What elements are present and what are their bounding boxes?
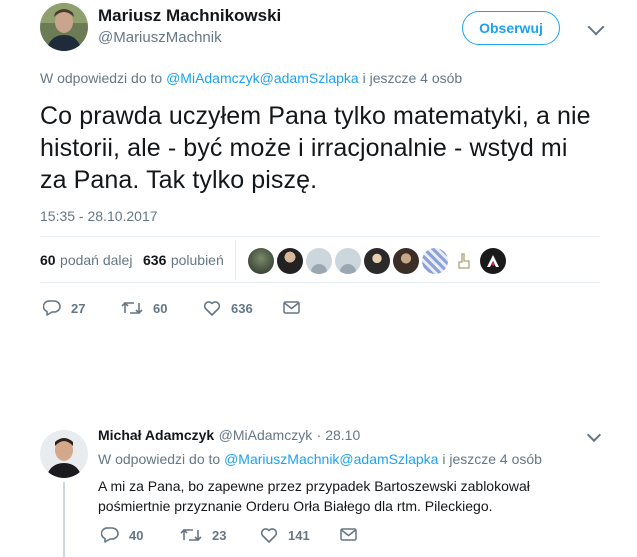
reply-header: Michał Adamczyk @MiAdamczyk · 28.10 [98,427,360,445]
thread-line [63,482,65,557]
reply-icon [43,300,61,316]
like-count: 636 [231,300,253,316]
reply-action[interactable]: 27 [43,300,85,316]
author-name[interactable]: Mariusz Machnikowski [98,6,281,26]
chevron-down-icon[interactable] [586,427,602,443]
reply-context: W odpowiedzi do to @MiAdamczyk@adamSzlap… [40,70,462,86]
like-count: 141 [288,527,310,543]
direct-message-action[interactable] [340,528,367,541]
divider [40,236,600,237]
reply-author-name[interactable]: Michał Adamczyk [98,427,214,443]
reply-prefix: W odpowiedzi do to [40,70,163,86]
reply-count: 27 [71,300,86,316]
liker-avatar[interactable] [480,248,506,274]
chevron-down-icon[interactable] [587,18,605,36]
like-action[interactable]: 636 [203,300,253,316]
reply-suffix[interactable]: i jeszcze 4 osób [442,451,542,467]
liker-avatar[interactable] [364,248,390,274]
stats-separator [235,240,236,280]
reply-context: W odpowiedzi do to @MariuszMachnik@adamS… [98,451,542,467]
tweet-timestamp[interactable]: 15:35 - 28.10.2017 [40,208,158,224]
divider [40,282,600,283]
reply-handles-link[interactable]: @MariuszMachnik@adamSzlapka [224,451,438,467]
reply-author-handle[interactable]: @MiAdamczyk [219,427,313,443]
retweet-count: 23 [212,527,227,543]
reply-text: A mi za Pana, bo zapewne przez przypadek… [98,478,530,514]
liker-avatar[interactable] [335,248,361,274]
likers-row [248,248,506,274]
likes-count: 636 [143,252,167,268]
liker-avatar[interactable] [248,248,274,274]
retweet-count: 60 [153,300,168,316]
follow-button[interactable]: Obserwuj [462,11,560,45]
retweet-action[interactable]: 60 [121,300,167,316]
liker-avatar[interactable] [306,248,332,274]
tweet-text: Co prawda uczyłem Pana tylko matematyki,… [40,102,591,194]
reply-author-avatar[interactable] [40,430,88,478]
like-action[interactable]: 141 [260,527,310,543]
retweet-action[interactable]: 23 [180,527,226,543]
mail-icon [340,528,357,541]
retweet-icon [180,528,202,542]
mail-icon [283,301,300,314]
retweets-label: podań dalej [60,252,133,268]
likes-label: polubień [170,252,224,268]
direct-message-action[interactable] [283,301,310,314]
liker-avatar[interactable] [393,248,419,274]
retweets-stat[interactable]: 60 podań dalej [40,252,132,270]
liker-avatar[interactable] [451,248,477,274]
reply-action[interactable]: 40 [101,527,143,543]
reply-icon [101,527,119,543]
author-handle[interactable]: @MariuszMachnik [98,29,222,46]
liker-avatar[interactable] [277,248,303,274]
liker-avatar[interactable] [422,248,448,274]
reply-handles-link[interactable]: @MiAdamczyk@adamSzlapka [166,70,359,86]
likes-stat[interactable]: 636 polubień [143,252,224,270]
reply-prefix: W odpowiedzi do to [98,451,221,467]
heart-icon [203,301,221,316]
retweet-icon [121,301,143,315]
author-avatar[interactable] [40,3,88,51]
reply-date[interactable]: · 28.10 [317,427,361,443]
reply-count: 40 [129,527,144,543]
retweets-count: 60 [40,252,56,268]
reply-suffix[interactable]: i jeszcze 4 osób [363,70,463,86]
heart-icon [260,528,278,543]
